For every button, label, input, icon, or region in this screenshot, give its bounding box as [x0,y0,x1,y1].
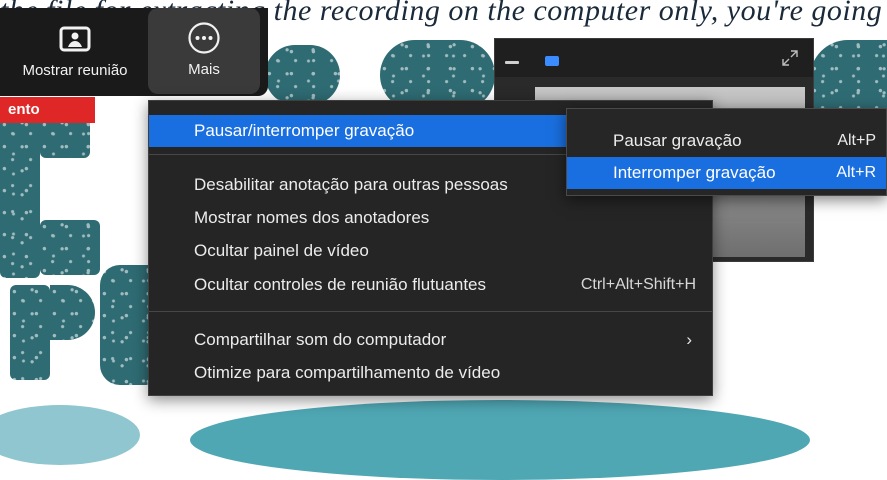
decor-letter [265,45,340,105]
show-meeting-button[interactable]: Mostrar reunião [0,8,150,96]
menu-item-show-annotator-names[interactable]: Mostrar nomes dos anotadores [149,202,712,234]
menu-item-label: Pausar/interromper gravação [194,121,415,140]
more-options-icon [187,22,221,54]
menu-item-label: Ocultar controles de reunião flutuantes [194,275,487,294]
submenu-item-label: Pausar gravação [613,131,742,150]
submenu-item-shortcut: Alt+R [836,164,876,181]
chevron-right-icon: › [686,330,692,349]
video-panel-titlebar [495,39,813,77]
submenu-item-pause-recording[interactable]: Pausar gravação Alt+P [567,125,886,157]
share-screen-icon [59,24,91,54]
expand-icon[interactable] [781,49,799,72]
decor-letter [10,285,50,380]
menu-item-label: Compartilhar som do computador [194,330,447,349]
submenu-item-shortcut: Alt+P [837,132,876,149]
meeting-toolbar: Mostrar reunião Mais [0,8,268,96]
menu-item-optimize-video-sharing[interactable]: Otimize para compartilhamento de vídeo [149,357,712,389]
menu-item-label: Otimize para compartilhamento de vídeo [194,363,501,382]
decor-wave [190,400,810,480]
menu-item-label: Mostrar nomes dos anotadores [194,208,430,227]
decor-wave [0,405,140,465]
menu-item-shortcut: Ctrl+Alt+Shift+H [580,276,696,293]
menu-item-share-computer-sound[interactable]: Compartilhar som do computador › [149,324,712,356]
show-meeting-label: Mostrar reunião [22,62,128,79]
menu-item-hide-floating-controls[interactable]: Ocultar controles de reunião flutuantes … [149,269,712,301]
more-label: Mais [188,61,220,78]
menu-item-label: Desabilitar anotação para outras pessoas [194,175,508,194]
menu-divider [149,311,712,312]
menu-item-hide-video-panel[interactable]: Ocultar painel de vídeo [149,235,712,267]
decor-letter [50,285,95,340]
recording-badge: ento [0,97,95,123]
submenu-item-label: Interromper gravação [613,163,776,182]
menu-item-label: Ocultar painel de vídeo [194,241,369,260]
decor-letter [40,118,90,158]
recording-submenu: Pausar gravação Alt+P Interromper gravaç… [566,108,887,196]
decor-letter [100,265,148,385]
submenu-item-stop-recording[interactable]: Interromper gravação Alt+R [567,157,886,189]
minimize-icon[interactable] [505,61,519,64]
more-button[interactable]: Mais [148,8,260,94]
decor-letter [40,220,100,275]
camera-icon[interactable] [545,56,559,66]
decor-letter [0,118,40,278]
